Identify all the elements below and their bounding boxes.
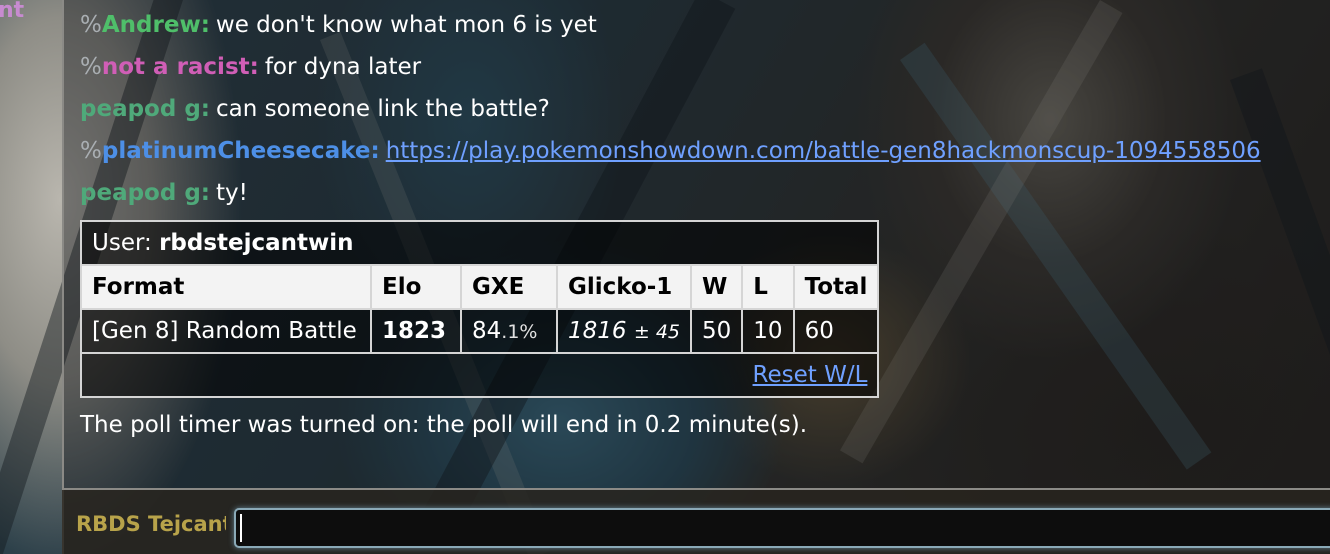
header-wins: W [689,264,744,310]
message-text: https://play.pokemonshowdown.com/battle-… [386,138,1261,164]
gxe-value: 84 [472,318,502,344]
ranking-caption-row: User: rbdstejcantwin [79,220,880,266]
ranking-table: User: rbdstejcantwin Format Elo GXE Glic… [79,220,880,398]
username[interactable]: not a racist: [102,54,259,80]
user-label: User: [92,230,152,256]
user-list-label: nt [0,0,25,23]
poll-notice: The poll timer was turned on: the poll w… [80,412,808,438]
cell-gxe: 84.1% [460,308,558,354]
battle-link[interactable]: https://play.pokemonshowdown.com/battle-… [386,138,1261,164]
reset-wl-link[interactable]: Reset W/L [753,362,868,388]
message-text: can someone link the battle? [215,96,550,122]
ranking-footer: Reset W/L [79,352,880,398]
username[interactable]: platinumCheesecake: [102,138,380,164]
header-total: Total [792,264,880,310]
header-format: Format [80,264,372,310]
cell-elo: 1823 [370,308,462,354]
header-gxe: GXE [460,264,558,310]
gxe-decimal: .1% [501,321,538,343]
message-text: ty! [215,180,248,206]
ranking-header-row: Format Elo GXE Glicko-1 W L Total [80,264,880,310]
chat-message: peapod g: ty! [80,178,1290,208]
user-list-panel: nt [0,0,62,554]
header-elo: Elo [370,264,462,310]
user-rank: % [80,54,102,80]
ranking-caption: User: rbdstejcantwin [79,220,880,266]
chat-room-window: nt %Andrew: we don't know what mon 6 is y… [0,0,1330,554]
glicko-deviation: ± 45 [633,321,680,343]
ranked-username: rbdstejcantwin [159,230,354,256]
header-glicko: Glicko-1 [556,264,692,310]
chat-log[interactable]: %Andrew: we don't know what mon 6 is yet … [79,10,1290,440]
cell-glicko: 1816 ± 45 [556,308,692,354]
header-losses: L [741,264,795,310]
message-text: for dyna later [264,54,422,80]
glicko-value: 1816 [568,318,627,344]
chat-message: %not a racist: for dyna later [80,52,1290,82]
cell-total: 60 [792,308,880,354]
user-rank: % [80,12,102,38]
chat-input[interactable] [234,508,1330,548]
chat-message: %Andrew: we don't know what mon 6 is yet [80,10,1290,40]
username[interactable]: peapod g: [80,96,210,122]
text-caret [240,514,242,542]
panel-divider [62,0,64,554]
chat-message: peapod g: can someone link the battle? [80,94,1290,124]
username[interactable]: peapod g: [80,180,210,206]
composer-username[interactable]: RBDS Tejcantwin [76,512,226,536]
chat-composer: RBDS Tejcantwin [62,488,1330,554]
elo-value: 1823 [382,318,447,344]
ranking-row: [Gen 8] Random Battle 1823 84.1% 1816 ± … [80,308,880,354]
cell-wins: 50 [689,308,744,354]
username[interactable]: Andrew: [102,12,210,38]
ranking-footer-row: Reset W/L [79,352,880,398]
user-rank: % [80,138,102,164]
chat-message: %platinumCheesecake: https://play.pokemon… [80,136,1290,166]
message-text: we don't know what mon 6 is yet [215,12,597,38]
cell-format: [Gen 8] Random Battle [80,308,372,354]
cell-losses: 10 [741,308,795,354]
